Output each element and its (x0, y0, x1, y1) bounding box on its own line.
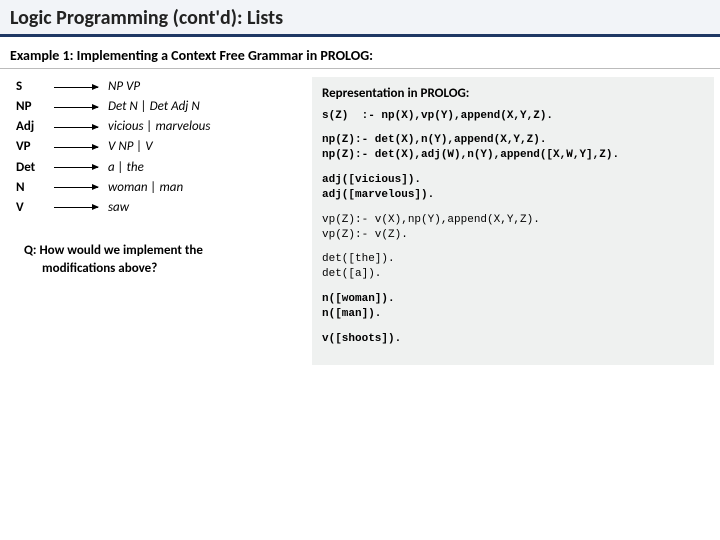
code-line: np(Z):- det(X),adj(W),n(Y),append([X,W,Y… (322, 149, 619, 161)
code-line: vp(Z):- v(Z). (322, 229, 408, 241)
arrow-icon (54, 167, 98, 168)
code-line: det([the]). (322, 253, 395, 265)
arrow-icon (54, 187, 98, 188)
arrow-icon (54, 87, 98, 88)
arrow-icon (54, 207, 98, 208)
arrow-icon (54, 127, 98, 128)
grammar-table: S NP VP NP Det N | Det Adj N Adj vicious… (16, 77, 306, 218)
grammar-rhs: V NP | V (108, 137, 306, 157)
grammar-rhs: Det N | Det Adj N (108, 97, 306, 117)
grammar-lhs: S (16, 77, 44, 97)
arrow-icon (54, 107, 98, 108)
grammar-row: NP Det N | Det Adj N (16, 97, 306, 117)
code-group: det([the]). det([a]). (322, 252, 704, 282)
code-line: vp(Z):- v(X),np(Y),append(X,Y,Z). (322, 214, 540, 226)
grammar-lhs: Det (16, 158, 44, 178)
prolog-column: Representation in PROLOG: s(Z) :- np(X),… (312, 77, 714, 365)
code-group: np(Z):- det(X),n(Y),append(X,Y,Z). np(Z)… (322, 133, 704, 163)
code-line: n([man]). (322, 308, 381, 320)
grammar-rhs: woman | man (108, 178, 306, 198)
question-line: Q: How would we implement the (24, 242, 306, 260)
grammar-row: S NP VP (16, 77, 306, 97)
code-line: v([shoots]). (322, 332, 704, 347)
grammar-lhs: Adj (16, 117, 44, 137)
grammar-lhs: V (16, 198, 44, 218)
code-group: adj([vicious]). adj([marvelous]). (322, 173, 704, 203)
code-line: adj([vicious]). (322, 174, 421, 186)
grammar-row: N woman | man (16, 178, 306, 198)
grammar-row: V saw (16, 198, 306, 218)
grammar-rhs: saw (108, 198, 306, 218)
code-line: s(Z) :- np(X),vp(Y),append(X,Y,Z). (322, 109, 704, 124)
code-group: n([woman]). n([man]). (322, 292, 704, 322)
grammar-column: S NP VP NP Det N | Det Adj N Adj vicious… (6, 77, 306, 365)
content-area: S NP VP NP Det N | Det Adj N Adj vicious… (0, 69, 720, 365)
grammar-rhs: vicious | marvelous (108, 117, 306, 137)
question-text: Q: How would we implement the modificati… (16, 242, 306, 278)
grammar-row: Det a | the (16, 158, 306, 178)
title-bar: Logic Programming (cont'd): Lists (0, 0, 720, 37)
grammar-rhs: a | the (108, 158, 306, 178)
code-line: n([woman]). (322, 293, 395, 305)
grammar-lhs: N (16, 178, 44, 198)
page-title: Logic Programming (cont'd): Lists (10, 6, 710, 30)
grammar-lhs: NP (16, 97, 44, 117)
grammar-row: Adj vicious | marvelous (16, 117, 306, 137)
code-line: np(Z):- det(X),n(Y),append(X,Y,Z). (322, 134, 546, 146)
code-group: vp(Z):- v(X),np(Y),append(X,Y,Z). vp(Z):… (322, 213, 704, 243)
grammar-rhs: NP VP (108, 77, 306, 97)
code-line: adj([marvelous]). (322, 189, 434, 201)
grammar-lhs: VP (16, 137, 44, 157)
code-line: det([a]). (322, 268, 381, 280)
arrow-icon (54, 147, 98, 148)
grammar-row: VP V NP | V (16, 137, 306, 157)
prolog-heading: Representation in PROLOG: (322, 85, 704, 103)
example-heading: Example 1: Implementing a Context Free G… (0, 37, 720, 69)
question-line: modifications above? (24, 260, 306, 278)
